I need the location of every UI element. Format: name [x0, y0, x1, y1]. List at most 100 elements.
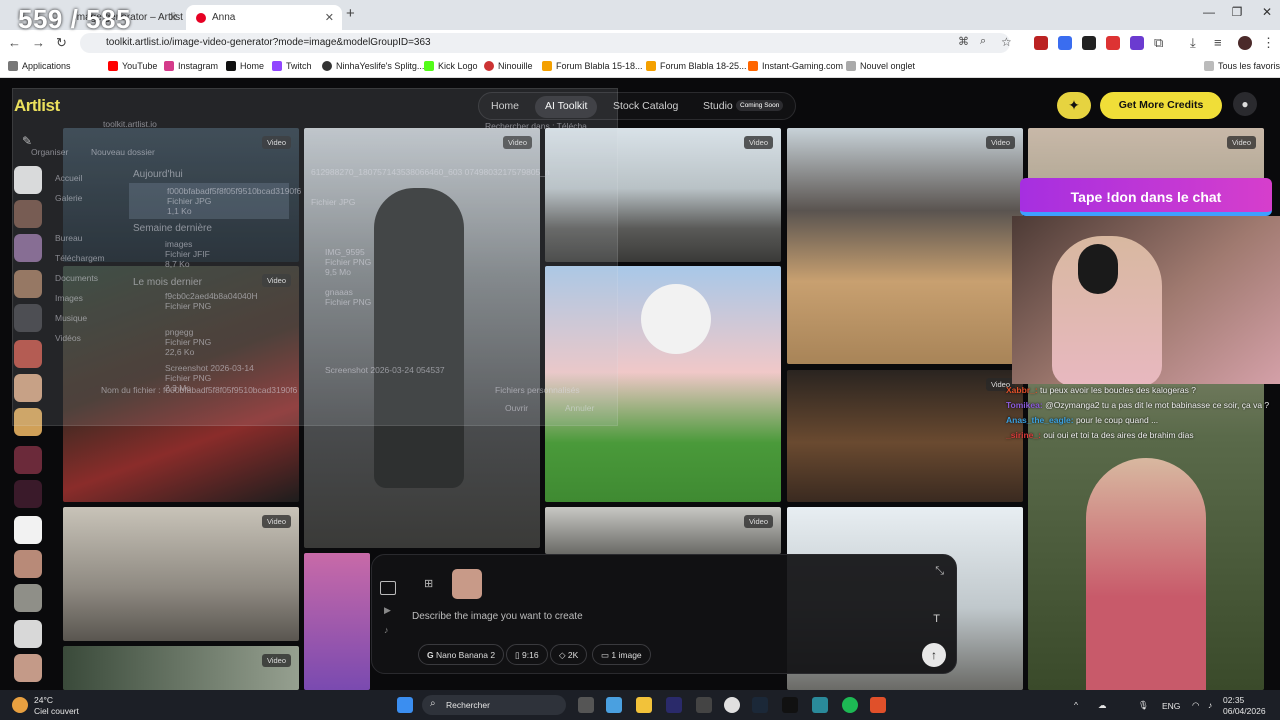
collapse-icon[interactable]: ⤡	[935, 565, 944, 578]
image-mode-icon[interactable]	[380, 581, 396, 595]
extension-icon[interactable]	[1106, 36, 1120, 50]
forward-icon[interactable]: →	[32, 35, 45, 50]
tree-downloads[interactable]: Téléchargem	[55, 253, 105, 263]
file-name[interactable]: Screenshot 2026-03-14	[165, 363, 254, 373]
reference-thumb[interactable]	[452, 569, 482, 599]
microphone-icon[interactable]: 🎙	[1138, 700, 1149, 711]
image-count-selector[interactable]: ▭ 1 image	[592, 644, 651, 665]
language-indicator[interactable]: ENG	[1162, 701, 1180, 711]
clock-date[interactable]: 06/04/2026	[1223, 706, 1266, 716]
menu-lines-icon[interactable]: ≡	[1214, 35, 1222, 50]
wifi-icon[interactable]: ◠	[1192, 700, 1199, 711]
maximize-button[interactable]: ❐	[1222, 5, 1252, 19]
file-name[interactable]: gnaaas	[325, 287, 353, 297]
bookmark-ninouille[interactable]: Ninouille	[484, 61, 533, 71]
close-icon[interactable]: ✕	[169, 11, 178, 24]
tray-icon[interactable]: ☁	[1098, 700, 1107, 711]
bookmark-twitch[interactable]: Twitch	[272, 61, 312, 71]
close-icon[interactable]: ✕	[325, 11, 334, 24]
profile-button[interactable]: ●	[1233, 92, 1257, 116]
kebab-menu-icon[interactable]: ⋮	[1262, 35, 1275, 51]
bookmark-youtube[interactable]: YouTube	[108, 61, 157, 71]
extension-icon[interactable]	[1130, 36, 1144, 50]
text-format-icon[interactable]: T	[933, 613, 940, 625]
bookmark-new-tab[interactable]: Nouvel onglet	[846, 61, 915, 71]
puzzle-icon[interactable]: ⧉	[1154, 35, 1163, 51]
file-name[interactable]: f9cb0c2aed4b8a04040H	[165, 291, 258, 301]
back-icon[interactable]: ←	[8, 35, 21, 50]
bookmark-instagram[interactable]: Instagram	[164, 61, 218, 71]
tree-home[interactable]: Accueil	[55, 173, 82, 183]
nav-stock-catalog[interactable]: Stock Catalog	[613, 100, 678, 112]
add-reference-icon[interactable]: ⊞	[424, 577, 433, 590]
file-name[interactable]: 612988270_180757143538066460_603 0749803…	[311, 167, 550, 177]
tree-music[interactable]: Musique	[55, 313, 87, 323]
bookmark-kick[interactable]: Kick Logo	[424, 61, 478, 71]
clock-time[interactable]: 02:35	[1223, 695, 1244, 705]
file-name[interactable]: IMG_9595	[325, 247, 365, 257]
resolution-selector[interactable]: ◇ 2K	[550, 644, 588, 665]
reload-icon[interactable]: ↻	[56, 35, 67, 51]
gallery-item[interactable]: Video	[63, 507, 299, 641]
aspect-ratio-selector[interactable]: ▯ 9:16	[506, 644, 548, 665]
gallery-item[interactable]	[304, 553, 370, 690]
gallery-item[interactable]: Video	[63, 646, 299, 690]
file-type-filter[interactable]: Fichiers personnalisés	[495, 385, 580, 395]
dialog-address[interactable]: toolkit.artlist.io	[103, 119, 157, 129]
bookmark-home[interactable]: Home	[226, 61, 264, 71]
tree-gallery[interactable]: Galerie	[55, 193, 82, 203]
history-thumb[interactable]	[14, 480, 42, 508]
prompt-input[interactable]: Describe the image you want to create	[412, 611, 583, 622]
history-thumb[interactable]	[14, 620, 42, 648]
file-name[interactable]: pngegg	[165, 327, 193, 337]
history-thumb[interactable]	[14, 584, 42, 612]
volume-icon[interactable]: ♪	[1208, 700, 1212, 710]
bookmark-splitgate[interactable]: NinhaYeslife's Splitg...	[322, 61, 424, 71]
tree-documents[interactable]: Documents	[55, 273, 98, 283]
extension-icon[interactable]	[1058, 36, 1072, 50]
get-credits-button[interactable]: Get More Credits	[1100, 92, 1222, 119]
avatar[interactable]	[1238, 36, 1252, 50]
app-icon[interactable]	[696, 697, 712, 713]
premiere-icon[interactable]	[666, 697, 682, 713]
gallery-item[interactable]: Video	[787, 370, 1023, 502]
history-thumb[interactable]	[14, 516, 42, 544]
spotify-icon[interactable]	[842, 697, 858, 713]
dialog-search[interactable]: Rechercher dans : Télécha...	[485, 121, 594, 131]
history-thumb[interactable]	[14, 446, 42, 474]
zoom-icon[interactable]: ⌕	[980, 35, 986, 48]
tab-anna[interactable]: Anna ✕	[186, 5, 342, 30]
tree-videos[interactable]: Vidéos	[55, 333, 81, 343]
history-thumb[interactable]	[14, 550, 42, 578]
sparkle-button[interactable]: ✦	[1057, 92, 1091, 119]
task-view-icon[interactable]	[578, 697, 594, 713]
close-window-button[interactable]: ✕	[1252, 5, 1280, 19]
open-button[interactable]: Ouvrir	[505, 403, 528, 413]
file-name[interactable]: Screenshot 2026-03-24 054537	[325, 365, 445, 375]
nav-studio[interactable]: Studio	[703, 100, 733, 112]
taskbar-search[interactable]: ⌕ Rechercher	[422, 695, 566, 715]
tray-chevron-icon[interactable]: ^	[1074, 700, 1078, 710]
new-tab-button[interactable]: +	[346, 5, 355, 22]
tiktok-icon[interactable]	[782, 697, 798, 713]
url-field[interactable]: toolkit.artlist.io/image-video-generator…	[80, 33, 1010, 53]
download-icon[interactable]: ⤓	[1190, 35, 1196, 51]
new-folder-button[interactable]: Nouveau dossier	[91, 147, 155, 157]
all-bookmarks[interactable]: Tous les favoris	[1204, 61, 1280, 71]
tree-desktop[interactable]: Bureau	[55, 233, 82, 243]
bookmark-instant-gaming[interactable]: Instant-Gaming.com	[748, 61, 843, 71]
generate-button[interactable]: ↑	[922, 643, 946, 667]
extension-icon[interactable]	[1034, 36, 1048, 50]
tree-images[interactable]: Images	[55, 293, 83, 303]
steam-icon[interactable]	[752, 697, 768, 713]
organize-button[interactable]: Organiser	[31, 147, 68, 157]
gallery-item[interactable]: Video	[545, 507, 781, 554]
app-icon[interactable]	[812, 697, 828, 713]
weather-icon[interactable]	[12, 697, 28, 713]
translate-icon[interactable]: ⌘	[958, 35, 969, 48]
bookmark-forum-18-25[interactable]: Forum Blabla 18-25...	[646, 61, 747, 71]
windows-start-icon[interactable]	[397, 697, 413, 713]
file-name[interactable]: images	[165, 239, 192, 249]
chrome-icon[interactable]	[724, 697, 740, 713]
filename-input[interactable]: f000bfabadf5f8f05f9510bcad3190f6	[163, 385, 297, 395]
